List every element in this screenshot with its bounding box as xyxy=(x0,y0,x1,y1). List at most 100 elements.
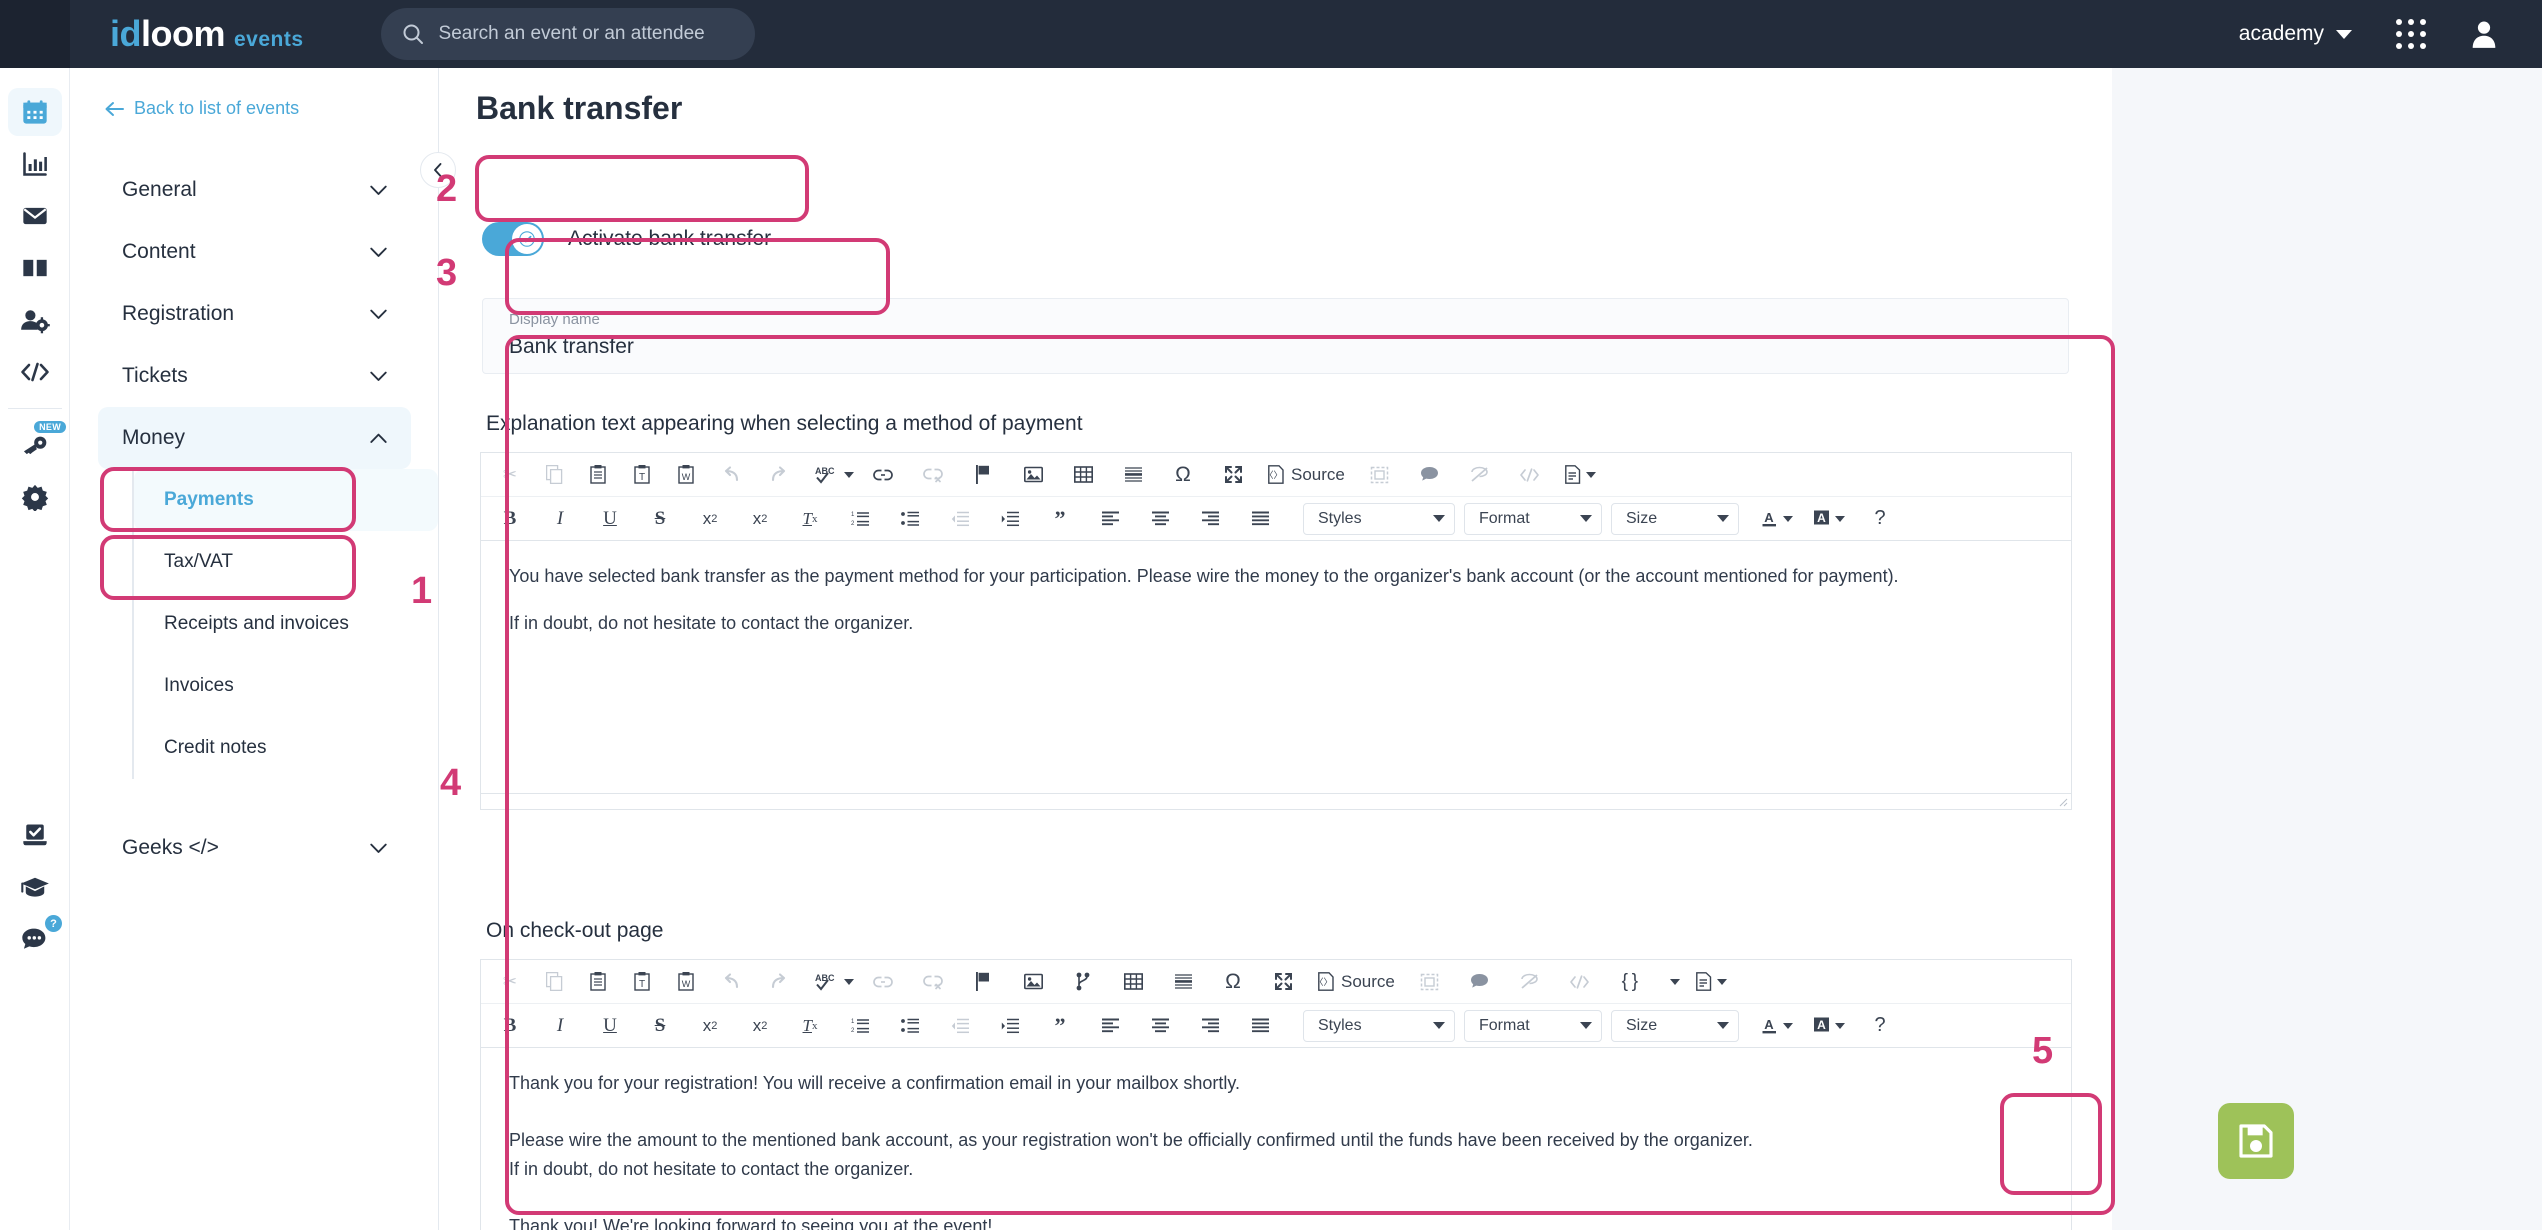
rail-item-calendar[interactable] xyxy=(0,86,70,138)
sidebar-item-general[interactable]: General xyxy=(98,159,411,221)
bold-icon[interactable]: B xyxy=(495,504,525,534)
size-select[interactable]: Size xyxy=(1611,1009,1739,1042)
back-to-events-link[interactable]: Back to list of events xyxy=(71,68,438,119)
rail-item-inbox[interactable] xyxy=(0,809,70,861)
no-markup-icon[interactable] xyxy=(1465,460,1495,490)
no-markup-icon[interactable] xyxy=(1515,967,1545,997)
align-right-icon[interactable] xyxy=(1195,1011,1225,1041)
bold-icon[interactable]: B xyxy=(495,1011,525,1041)
editor1-body[interactable]: You have selected bank transfer as the p… xyxy=(481,541,2071,793)
placeholder-braces-icon[interactable]: { } xyxy=(1615,967,1645,997)
outdent-icon[interactable] xyxy=(945,1011,975,1041)
align-right-icon[interactable] xyxy=(1195,504,1225,534)
document-properties-icon[interactable] xyxy=(1564,460,1596,490)
redo-icon[interactable] xyxy=(765,460,795,490)
styles-select[interactable]: Styles xyxy=(1303,502,1455,535)
rail-item-statistics[interactable] xyxy=(0,138,70,190)
cut-icon[interactable]: ✂ xyxy=(495,967,525,997)
format-select[interactable]: Format xyxy=(1464,1009,1602,1042)
align-left-icon[interactable] xyxy=(1095,504,1125,534)
sidebar-item-content[interactable]: Content xyxy=(98,221,411,283)
indent-icon[interactable] xyxy=(995,1011,1025,1041)
bulleted-list-icon[interactable] xyxy=(895,1011,925,1041)
bulleted-list-icon[interactable] xyxy=(895,504,925,534)
sidebar-item-registration[interactable]: Registration xyxy=(98,283,411,345)
numbered-list-icon[interactable]: 12 xyxy=(845,504,875,534)
strikethrough-icon[interactable]: S xyxy=(645,1011,675,1041)
horizontal-rule-icon[interactable] xyxy=(1168,967,1198,997)
activate-bank-transfer-toggle[interactable] xyxy=(482,222,544,256)
sidebar-item-payments[interactable]: Payments xyxy=(134,469,438,531)
comment-icon[interactable] xyxy=(1415,460,1445,490)
spellcheck-icon[interactable]: ABC xyxy=(815,967,854,997)
sidebar-item-credit-notes[interactable]: Credit notes xyxy=(134,717,438,779)
sidebar-item-invoices[interactable]: Invoices xyxy=(134,655,438,717)
underline-icon[interactable]: U xyxy=(595,504,625,534)
sidebar-item-money[interactable]: Money xyxy=(98,407,411,469)
branch-merge-icon[interactable] xyxy=(1068,967,1098,997)
paste-icon[interactable] xyxy=(583,967,613,997)
account-menu[interactable]: academy xyxy=(2239,22,2352,46)
undo-icon[interactable] xyxy=(715,460,745,490)
resize-grip-icon[interactable] xyxy=(2058,797,2068,807)
rail-item-book[interactable] xyxy=(0,242,70,294)
omega-special-char-icon[interactable]: Ω xyxy=(1218,967,1248,997)
app-logo[interactable]: id loom events xyxy=(110,13,304,55)
indent-icon[interactable] xyxy=(995,504,1025,534)
about-help-icon[interactable]: ? xyxy=(1865,1011,1895,1041)
rail-item-academy[interactable] xyxy=(0,861,70,913)
document-properties-icon[interactable] xyxy=(1695,967,1727,997)
superscript-icon[interactable]: x2 xyxy=(745,1011,775,1041)
templates-icon[interactable] xyxy=(1415,967,1445,997)
rail-item-key[interactable]: NEW xyxy=(0,419,70,471)
user-avatar-icon[interactable] xyxy=(2470,19,2498,49)
sidebar-item-tickets[interactable]: Tickets xyxy=(98,345,411,407)
subscript-icon[interactable]: x2 xyxy=(695,504,725,534)
spellcheck-icon[interactable]: ABC xyxy=(815,460,854,490)
paste-word-icon[interactable]: W xyxy=(671,967,701,997)
copy-icon[interactable] xyxy=(539,967,569,997)
omega-special-char-icon[interactable]: Ω xyxy=(1168,460,1198,490)
rail-item-mail[interactable] xyxy=(0,190,70,242)
image-icon[interactable] xyxy=(1018,460,1048,490)
table-icon[interactable] xyxy=(1118,967,1148,997)
numbered-list-icon[interactable]: 12 xyxy=(845,1011,875,1041)
align-center-icon[interactable] xyxy=(1145,504,1175,534)
paste-word-icon[interactable]: W xyxy=(671,460,701,490)
size-select[interactable]: Size xyxy=(1611,502,1739,535)
sidebar-item-tax-vat[interactable]: Tax/VAT xyxy=(134,531,438,593)
image-icon[interactable] xyxy=(1018,967,1048,997)
underline-icon[interactable]: U xyxy=(595,1011,625,1041)
text-color-icon[interactable]: A xyxy=(1761,504,1793,534)
anchor-flag-icon[interactable] xyxy=(968,460,998,490)
styles-select[interactable]: Styles xyxy=(1303,1009,1455,1042)
maximize-icon[interactable] xyxy=(1218,460,1248,490)
italic-icon[interactable]: I xyxy=(545,504,575,534)
unlink-icon[interactable] xyxy=(918,967,948,997)
rail-item-user-settings[interactable] xyxy=(0,294,70,346)
align-justify-icon[interactable] xyxy=(1245,504,1275,534)
background-color-icon[interactable]: A xyxy=(1813,1011,1845,1041)
remove-format-icon[interactable]: Tx xyxy=(795,1011,825,1041)
rail-item-code[interactable] xyxy=(0,346,70,398)
align-justify-icon[interactable] xyxy=(1245,1011,1275,1041)
paste-icon[interactable] xyxy=(583,460,613,490)
about-help-icon[interactable]: ? xyxy=(1865,504,1895,534)
cut-icon[interactable]: ✂ xyxy=(495,460,525,490)
format-select[interactable]: Format xyxy=(1464,502,1602,535)
text-color-icon[interactable]: A xyxy=(1761,1011,1793,1041)
embed-code-icon[interactable] xyxy=(1565,967,1595,997)
superscript-icon[interactable]: x2 xyxy=(745,504,775,534)
display-name-field[interactable]: Display name Bank transfer xyxy=(482,298,2069,374)
templates-icon[interactable] xyxy=(1365,460,1395,490)
strikethrough-icon[interactable]: S xyxy=(645,504,675,534)
sidebar-item-receipts-invoices[interactable]: Receipts and invoices xyxy=(134,593,438,655)
blockquote-icon[interactable]: ” xyxy=(1045,504,1075,534)
sidebar-item-geeks[interactable]: Geeks </> xyxy=(98,817,411,879)
align-left-icon[interactable] xyxy=(1095,1011,1125,1041)
italic-icon[interactable]: I xyxy=(545,1011,575,1041)
paste-text-icon[interactable]: T xyxy=(627,460,657,490)
undo-icon[interactable] xyxy=(715,967,745,997)
comment-icon[interactable] xyxy=(1465,967,1495,997)
grid-apps-icon[interactable] xyxy=(2396,19,2426,49)
